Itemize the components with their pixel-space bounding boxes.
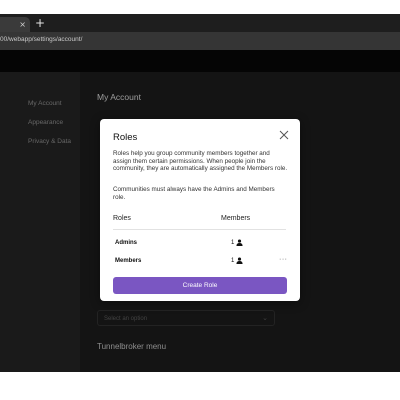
- members-column-header: Members: [221, 215, 251, 222]
- url-text[interactable]: 00/webapp/settings/account/: [0, 36, 82, 43]
- app-header: [0, 50, 400, 72]
- roles-description: Roles help you group community members t…: [113, 150, 288, 173]
- person-icon: [236, 239, 243, 246]
- members-more-options-icon[interactable]: ···: [279, 256, 288, 263]
- roles-requirement-note: Communities must always have the Admins …: [113, 186, 275, 201]
- new-tab-button[interactable]: +: [35, 17, 45, 30]
- create-role-button[interactable]: Create Role: [113, 277, 287, 294]
- roles-column-header: Roles: [113, 215, 131, 222]
- admins-member-count: 1: [231, 240, 235, 246]
- members-member-count: 1: [231, 258, 235, 264]
- role-row-members[interactable]: Members: [115, 258, 141, 264]
- person-icon: [236, 257, 243, 264]
- header-divider: [113, 229, 286, 230]
- tab-close-icon[interactable]: ×: [19, 18, 26, 31]
- role-row-admins[interactable]: Admins: [115, 240, 137, 246]
- address-bar[interactable]: 00/webapp/settings/account/: [0, 32, 400, 50]
- browser-tab[interactable]: ×: [0, 17, 30, 32]
- desktop-background: [0, 372, 400, 400]
- tab-strip: × +: [0, 14, 400, 32]
- roles-modal: Roles Roles help you group community mem…: [100, 119, 300, 301]
- modal-title: Roles: [113, 132, 138, 143]
- close-icon[interactable]: [278, 129, 290, 141]
